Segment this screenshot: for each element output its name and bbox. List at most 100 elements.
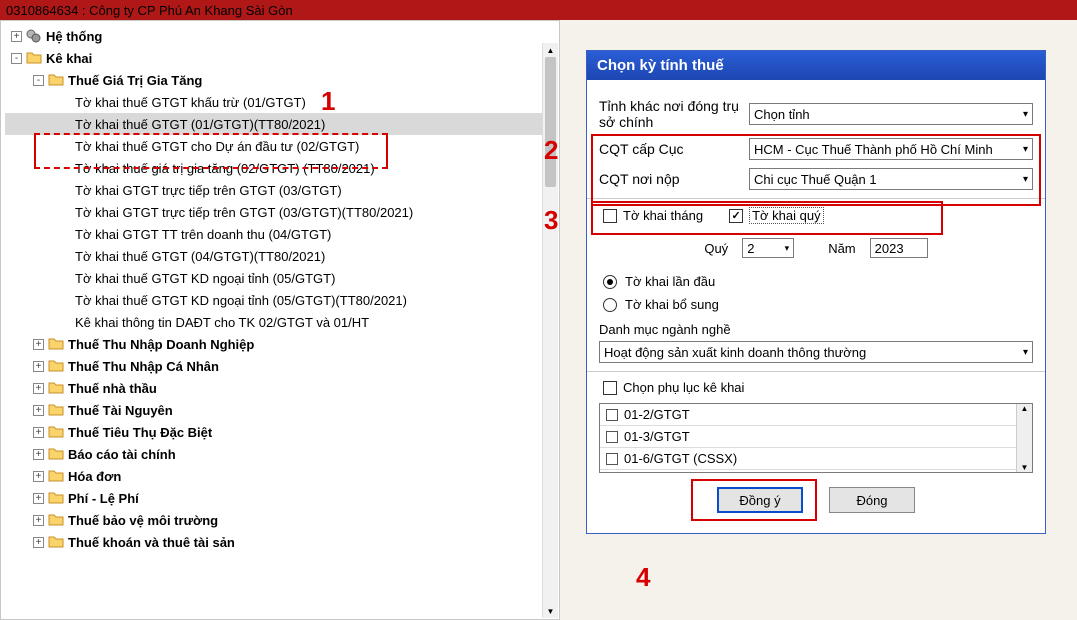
tree-item[interactable]: Tờ khai thuế GTGT (01/GTGT)(TT80/2021): [5, 113, 555, 135]
folder-icon: [48, 402, 64, 418]
scroll-down-arrow-icon[interactable]: ▼: [1017, 463, 1032, 472]
month-checkbox[interactable]: Tờ khai tháng: [603, 208, 703, 223]
tree-item-label: Thuế nhà thầu: [68, 381, 157, 396]
checkbox-empty-icon: [603, 381, 617, 395]
dm-label: Danh mục ngành nghề: [599, 322, 1033, 337]
year-input[interactable]: 2023: [870, 238, 928, 258]
list-item[interactable]: 01-2/GTGT: [600, 404, 1032, 426]
cqt-capcuc-label: CQT cấp Cục: [599, 141, 749, 157]
expand-collapse-icon[interactable]: -: [33, 75, 44, 86]
tree-item[interactable]: -Kê khai: [5, 47, 555, 69]
radio-selected-icon: [603, 275, 617, 289]
tree-item[interactable]: +Thuế Thu Nhập Doanh Nghiệp: [5, 333, 555, 355]
checkbox-empty-icon: [606, 431, 618, 443]
folder-icon: [48, 490, 64, 506]
expand-collapse-icon[interactable]: +: [33, 449, 44, 460]
list-item[interactable]: 01-6/GTGT (CSSX): [600, 448, 1032, 470]
sidebar-tree: +Hệ thống-Kê khai-Thuế Giá Trị Gia TăngT…: [0, 20, 560, 620]
tree-item[interactable]: Tờ khai thuế GTGT KD ngoại tỉnh (05/GTGT…: [5, 267, 555, 289]
appendix-checkbox-label: Chọn phụ lục kê khai: [623, 380, 744, 395]
tree-item[interactable]: + Báo cáo tài chính: [5, 443, 555, 465]
checkbox-empty-icon: [606, 453, 618, 465]
tree-item[interactable]: +Hóa đơn: [5, 465, 555, 487]
expand-collapse-icon[interactable]: +: [33, 405, 44, 416]
expand-collapse-icon[interactable]: +: [33, 427, 44, 438]
list-item-label: 01-3/GTGT: [624, 429, 690, 444]
radio-empty-icon: [603, 298, 617, 312]
expand-collapse-icon[interactable]: +: [33, 537, 44, 548]
tax-period-panel: Chọn kỳ tính thuế Tỉnh khác nơi đóng trụ…: [586, 50, 1046, 534]
folder-icon: [48, 380, 64, 396]
tree-item[interactable]: Tờ khai thuế giá trị gia tăng (02/GTGT) …: [5, 157, 555, 179]
tree-item[interactable]: Tờ khai thuế GTGT cho Dự án đầu tư (02/G…: [5, 135, 555, 157]
radio-supp-label: Tờ khai bổ sung: [625, 297, 719, 312]
annotation-number-2: 2: [544, 135, 558, 166]
annotation-number-1: 1: [321, 86, 335, 117]
scroll-up-arrow-icon[interactable]: ▲: [1017, 404, 1032, 413]
tree-item[interactable]: + Hệ thống: [5, 25, 555, 47]
tree-item[interactable]: +Thuế khoán và thuê tài sản: [5, 531, 555, 553]
scroll-down-arrow-icon[interactable]: ▼: [543, 604, 558, 618]
dm-value: Hoạt động sản xuất kinh doanh thông thườ…: [604, 345, 866, 360]
tree-item-label: Kê khai thông tin DAĐT cho TK 02/GTGT và…: [75, 315, 369, 330]
expand-collapse-icon[interactable]: +: [33, 471, 44, 482]
sidebar-scrollbar[interactable]: ▲ ▼: [542, 43, 558, 618]
expand-collapse-icon[interactable]: +: [11, 31, 22, 42]
tree-item[interactable]: +Thuế Tiêu Thụ Đặc Biệt: [5, 421, 555, 443]
cqt-noinop-select[interactable]: Chi cục Thuế Quận 1 ▾: [749, 168, 1033, 190]
expand-collapse-icon[interactable]: +: [33, 339, 44, 350]
tree-item-label: Hệ thống: [46, 29, 102, 44]
checkbox-empty-icon: [603, 209, 617, 223]
cqt-noinop-value: Chi cục Thuế Quận 1: [754, 172, 877, 187]
tree-item[interactable]: +Thuế Tài Nguyên: [5, 399, 555, 421]
tree-item[interactable]: Kê khai thông tin DAĐT cho TK 02/GTGT và…: [5, 311, 555, 333]
tree-item[interactable]: Tờ khai thuế GTGT KD ngoại tỉnh (05/GTGT…: [5, 289, 555, 311]
cqt-noinop-label: CQT nơi nộp: [599, 171, 749, 187]
quarter-checkbox[interactable]: ✓ Tờ khai quý: [729, 207, 824, 224]
cqt-capcuc-value: HCM - Cục Thuế Thành phố Hồ Chí Minh: [754, 142, 993, 157]
expand-collapse-icon[interactable]: +: [33, 493, 44, 504]
tree-item-label: Thuế Giá Trị Gia Tăng: [68, 73, 202, 88]
tree-item[interactable]: Tờ khai GTGT TT trên doanh thu (04/GTGT): [5, 223, 555, 245]
list-item[interactable]: 01-3/GTGT: [600, 426, 1032, 448]
chevron-down-icon: ▾: [1023, 347, 1028, 358]
tree-item[interactable]: Tờ khai GTGT trực tiếp trên GTGT (03/GTG…: [5, 179, 555, 201]
checkbox-empty-icon: [606, 409, 618, 421]
ok-button[interactable]: Đồng ý: [717, 487, 803, 513]
expand-collapse-icon[interactable]: +: [33, 383, 44, 394]
radio-first-declare[interactable]: Tờ khai lần đầu: [603, 274, 715, 289]
tree-item[interactable]: + Thuế nhà thầu: [5, 377, 555, 399]
cqt-capcuc-select[interactable]: HCM - Cục Thuế Thành phố Hồ Chí Minh ▾: [749, 138, 1033, 160]
scroll-up-arrow-icon[interactable]: ▲: [543, 43, 558, 57]
tree-item[interactable]: Tờ khai GTGT trực tiếp trên GTGT (03/GTG…: [5, 201, 555, 223]
tree-item-label: Báo cáo tài chính: [68, 447, 176, 462]
appendix-listbox[interactable]: 01-2/GTGT 01-3/GTGT 01-6/GTGT (CSSX) ▲ ▼: [599, 403, 1033, 473]
tree-item[interactable]: + Thuế Thu Nhập Cá Nhân: [5, 355, 555, 377]
panel-title: Chọn kỳ tính thuế: [587, 51, 1045, 80]
year-label: Năm: [828, 241, 855, 256]
tree-item[interactable]: Tờ khai thuế GTGT khấu trừ (01/GTGT): [5, 91, 555, 113]
expand-collapse-icon[interactable]: +: [33, 361, 44, 372]
listbox-scrollbar[interactable]: ▲ ▼: [1016, 404, 1032, 472]
appendix-checkbox[interactable]: Chọn phụ lục kê khai: [603, 380, 744, 395]
expand-collapse-icon[interactable]: -: [11, 53, 22, 64]
tree-item[interactable]: +Phí - Lệ Phí: [5, 487, 555, 509]
tree-item[interactable]: - Thuế Giá Trị Gia Tăng: [5, 69, 555, 91]
close-button[interactable]: Đóng: [829, 487, 915, 513]
quarter-select[interactable]: 2 ▾: [742, 238, 794, 258]
chevron-down-icon: ▾: [1023, 144, 1028, 155]
province-select[interactable]: Chọn tỉnh ▾: [749, 103, 1033, 125]
tree-item-label: Tờ khai thuế GTGT cho Dự án đầu tư (02/G…: [75, 139, 359, 154]
tree-item-label: Thuế Thu Nhập Cá Nhân: [68, 359, 219, 374]
quarter-checkbox-label: Tờ khai quý: [749, 207, 824, 224]
list-item-label: 01-2/GTGT: [624, 407, 690, 422]
tree-item-label: Tờ khai GTGT TT trên doanh thu (04/GTGT): [75, 227, 331, 242]
radio-supplement-declare[interactable]: Tờ khai bổ sung: [603, 297, 719, 312]
expand-collapse-icon[interactable]: +: [33, 515, 44, 526]
tree-item-label: Tờ khai GTGT trực tiếp trên GTGT (03/GTG…: [75, 183, 342, 198]
radio-first-label: Tờ khai lần đầu: [625, 274, 715, 289]
tree-item[interactable]: Tờ khai thuế GTGT (04/GTGT)(TT80/2021): [5, 245, 555, 267]
tree-item[interactable]: +Thuế bảo vệ môi trường: [5, 509, 555, 531]
dm-select[interactable]: Hoạt động sản xuất kinh doanh thông thườ…: [599, 341, 1033, 363]
scrollbar-thumb[interactable]: [545, 57, 556, 187]
